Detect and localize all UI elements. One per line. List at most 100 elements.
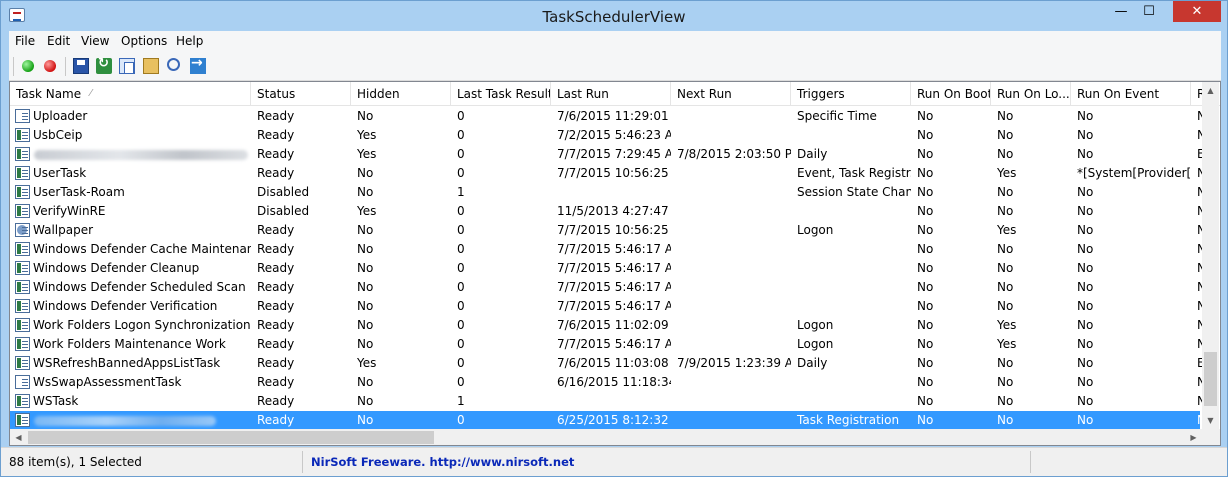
cell-result: 0 xyxy=(457,109,465,123)
properties-icon[interactable] xyxy=(143,58,159,74)
task-name-cell: Windows Defender Scheduled Scan xyxy=(10,278,251,297)
scroll-down-button[interactable]: ▼ xyxy=(1202,412,1219,429)
scroll-right-button[interactable]: ▶ xyxy=(1185,429,1202,445)
vertical-scroll-thumb[interactable] xyxy=(1204,352,1217,406)
cell-boot: No xyxy=(917,280,934,294)
column-hidden[interactable]: Hidden xyxy=(351,82,451,106)
menu-options[interactable]: Options xyxy=(121,34,167,48)
status-item-count: 88 item(s), 1 Selected xyxy=(3,451,303,473)
minimize-button[interactable]: — xyxy=(1107,1,1135,22)
cell-hidden: No xyxy=(357,337,374,351)
task-icon xyxy=(15,318,30,332)
table-row[interactable]: Work Folders Maintenance Work Ready No 0 7/7… xyxy=(10,335,1206,354)
task-name-cell: WSRefreshBannedAppsListTask xyxy=(10,354,251,373)
task-name-cell: Windows Defender Cache Maintenance xyxy=(10,240,251,259)
window-title: TaskSchedulerView xyxy=(542,8,686,26)
table-row[interactable]: VerifyWinRE Disabled Yes 0 11/5/2013 4:27:47… xyxy=(10,202,1206,221)
cell-result: 0 xyxy=(457,223,465,237)
column-run-on-boot[interactable]: Run On Boot xyxy=(911,82,991,106)
cell-hidden: Yes xyxy=(357,128,377,142)
table-row[interactable]: Windows Defender Verification Ready No 0 7/7… xyxy=(10,297,1206,316)
horizontal-scroll-thumb[interactable] xyxy=(28,431,434,444)
column-last-run[interactable]: Last Run xyxy=(551,82,671,106)
table-row[interactable]: Windows Defender Cache Maintenance Ready N… xyxy=(10,240,1206,259)
maximize-button[interactable]: ☐ xyxy=(1135,1,1163,22)
status-empty-panel xyxy=(1033,451,1223,473)
task-name-cell: Wallpaper xyxy=(10,221,251,240)
table-row[interactable]: UserTask-Roam Disabled No 1 Session State Ch… xyxy=(10,183,1206,202)
column-next-run[interactable]: Next Run xyxy=(671,82,791,106)
task-icon xyxy=(15,280,30,294)
scroll-up-button[interactable]: ▲ xyxy=(1202,82,1219,99)
column-status[interactable]: Status xyxy=(251,82,351,106)
find-icon[interactable] xyxy=(167,58,180,71)
scroll-left-button[interactable]: ◀ xyxy=(10,429,27,445)
table-row[interactable]: WSTaskReadyNo1NoNoNoN xyxy=(10,392,1206,411)
task-name-text: UsbCeip xyxy=(33,128,83,142)
menu-view[interactable]: View xyxy=(81,34,109,48)
document-icon xyxy=(15,109,30,123)
column-task-name[interactable]: Task Name ⁄ xyxy=(10,82,251,106)
table-row[interactable]: WsSwapAssessmentTask Ready No 0 6/16/2015 11… xyxy=(10,373,1206,392)
cell-triggers xyxy=(791,392,911,411)
save-icon[interactable] xyxy=(73,58,89,74)
menu-file[interactable]: File xyxy=(15,34,35,48)
cell-hidden: No xyxy=(357,166,374,180)
table-row[interactable]: Windows Defender Scheduled Scan Ready No 0 7… xyxy=(10,278,1206,297)
cell-boot: No xyxy=(917,147,934,161)
red-dot-icon[interactable] xyxy=(44,60,56,72)
task-name-text: Work Folders Logon Synchronization xyxy=(33,318,251,332)
task-icon xyxy=(15,261,30,275)
task-name-text: WSRefreshBannedAppsListTask xyxy=(33,356,221,370)
cell-last-run: 7/7/2015 5:46:17 AM xyxy=(557,242,671,256)
exit-icon[interactable] xyxy=(190,55,206,74)
task-icon xyxy=(15,299,30,313)
task-name-cell: Work Folders Logon Synchronization xyxy=(10,316,251,335)
cell-event: No xyxy=(1077,261,1094,275)
cell-boot: No xyxy=(917,394,934,408)
cell-last-run xyxy=(551,392,671,411)
table-row[interactable]: UserTask Ready No 0 7/7/2015 10:56:25 ... Eve… xyxy=(10,164,1206,183)
cell-triggers xyxy=(791,126,911,145)
cell-last-run: 7/2/2015 5:46:23 AM xyxy=(557,128,671,142)
table-row[interactable]: Ready No 0 6/25/2015 8:12:32 ... Task Regist… xyxy=(10,411,1206,430)
table-row[interactable]: Windows Defender Cleanup Ready No 0 7/7/2015… xyxy=(10,259,1206,278)
green-dot-icon[interactable] xyxy=(22,60,34,72)
sort-indicator-icon: ⁄ xyxy=(90,88,92,99)
cell-triggers: Logon xyxy=(797,337,834,351)
cell-next-run xyxy=(671,221,791,240)
cell-status: Disabled xyxy=(257,204,310,218)
cell-last-run: 7/6/2015 11:03:08 ... xyxy=(557,356,671,370)
cell-result: 0 xyxy=(457,356,465,370)
table-row[interactable]: UsbCeip Ready Yes 0 7/2/2015 5:46:23 AM No No N… xyxy=(10,126,1206,145)
cell-hidden: No xyxy=(357,242,374,256)
table-row[interactable]: Work Folders Logon Synchronization Ready N… xyxy=(10,316,1206,335)
copy-icon[interactable] xyxy=(119,58,135,74)
cell-boot: No xyxy=(917,185,934,199)
cell-result: 0 xyxy=(457,261,465,275)
table-row[interactable]: WSRefreshBannedAppsListTask Ready Yes 0 7/6/… xyxy=(10,354,1205,373)
table-row[interactable]: Wallpaper Ready No 0 7/7/2015 10:56:25 ... Lo… xyxy=(10,221,1206,240)
nirsoft-link[interactable]: NirSoft Freeware. http://www.nirsoft.net xyxy=(305,451,1031,473)
column-run-on-logon[interactable]: Run On Lo... xyxy=(991,82,1071,106)
refresh-icon[interactable] xyxy=(96,56,112,74)
close-button[interactable]: ✕ xyxy=(1173,1,1221,22)
cell-event: No xyxy=(1077,223,1094,237)
column-triggers[interactable]: Triggers xyxy=(791,82,911,106)
cell-boot: No xyxy=(917,242,934,256)
cell-hidden: No xyxy=(357,109,374,123)
table-row[interactable]: Ready Yes 0 7/7/2015 7:29:45 AM 7/8/2015 2:0… xyxy=(10,145,1205,164)
horizontal-scrollbar[interactable]: ◀ ▶ xyxy=(10,429,1202,445)
task-list[interactable]: Task Name ⁄ Status Hidden Last Task Resul… xyxy=(9,81,1221,446)
vertical-scrollbar[interactable]: ▲ ▼ xyxy=(1202,82,1219,429)
column-last-task-result[interactable]: Last Task Result xyxy=(451,82,551,106)
table-row[interactable]: Uploader Ready No 0 7/6/2015 11:29:01 ... Spe… xyxy=(10,107,1206,126)
menu-edit[interactable]: Edit xyxy=(47,34,70,48)
redacted-task-name xyxy=(34,150,248,160)
cell-triggers: Logon xyxy=(797,318,834,332)
cell-result: 0 xyxy=(457,413,465,427)
toolbar xyxy=(9,52,1221,81)
task-name-cell: UsbCeip xyxy=(10,126,251,145)
menu-help[interactable]: Help xyxy=(176,34,203,48)
column-run-on-event[interactable]: Run On Event xyxy=(1071,82,1191,106)
